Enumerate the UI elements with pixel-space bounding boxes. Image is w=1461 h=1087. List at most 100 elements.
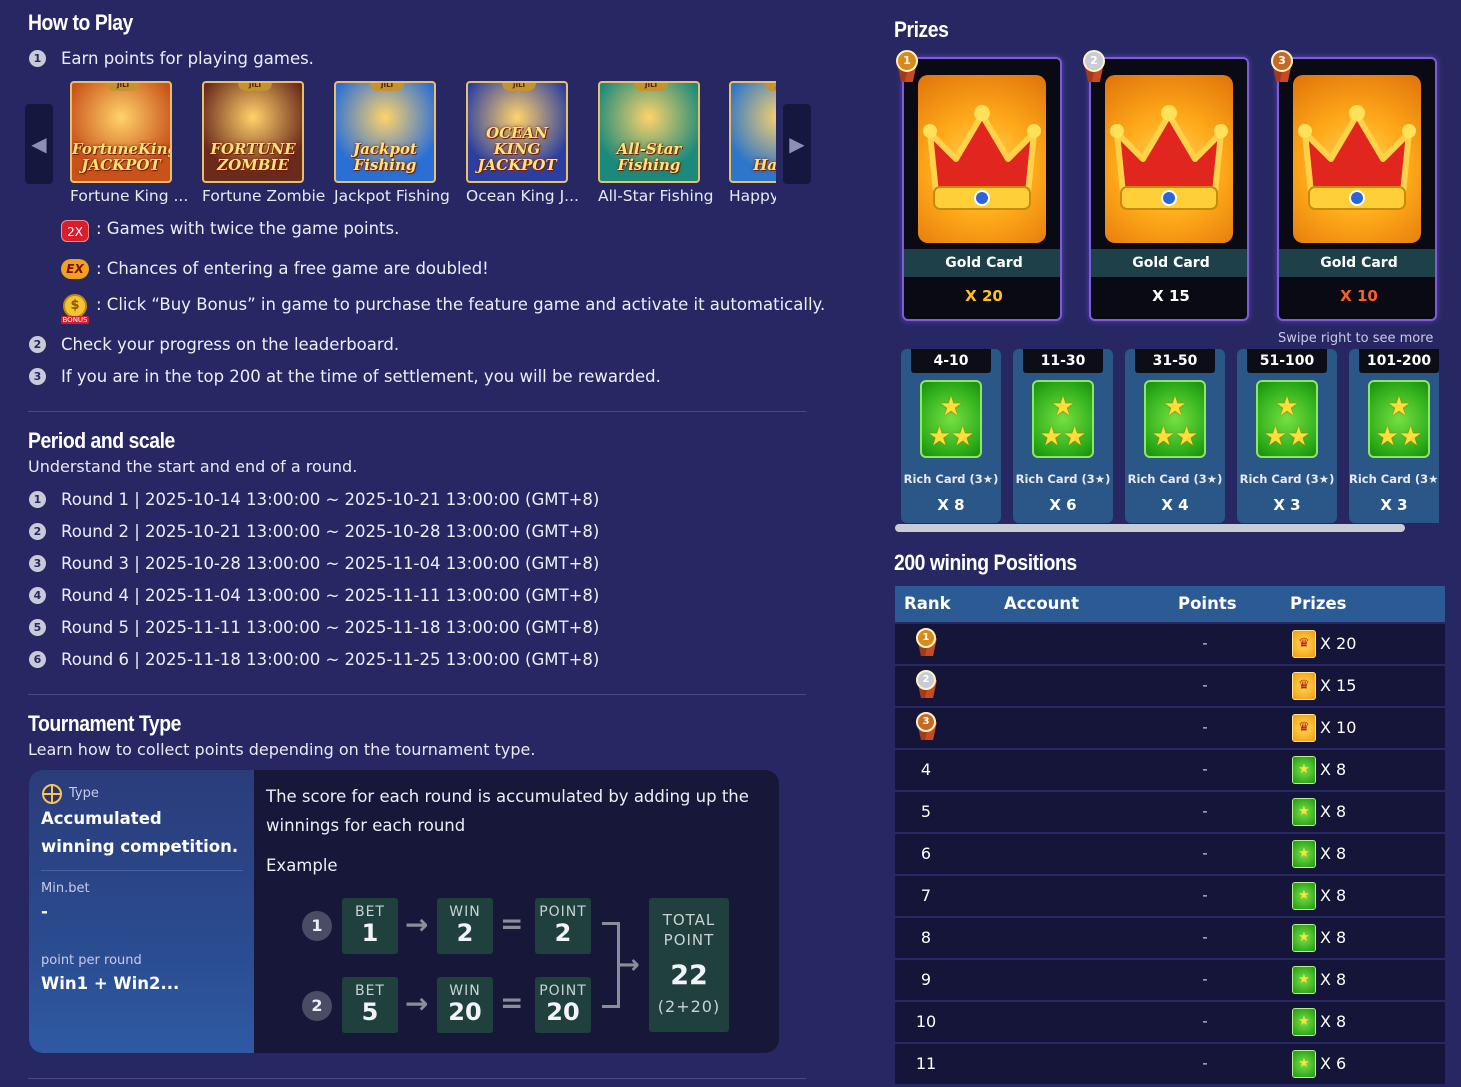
rich-card-icon: ★ bbox=[1292, 756, 1316, 784]
how-to-play-heading: How to Play bbox=[28, 10, 133, 35]
game-tile[interactable]: JILI Jackpot Fishing Jackpot Fishing bbox=[334, 81, 450, 205]
round-item: 4 Round 4 | 2025-11-04 13:00:00 ~ 2025-1… bbox=[29, 586, 600, 605]
points-per-round-label: point per round bbox=[41, 953, 142, 968]
rich-card-icon: ★ bbox=[1292, 1050, 1316, 1078]
column-account: Account bbox=[1004, 594, 1080, 613]
prize-cell: X 20 bbox=[1320, 634, 1357, 653]
column-points: Points bbox=[1178, 594, 1237, 613]
round-item: 2 Round 2 | 2025-10-21 13:00:00 ~ 2025-1… bbox=[29, 522, 600, 541]
info-separator bbox=[41, 870, 243, 871]
crown-icon bbox=[1105, 75, 1233, 243]
jili-logo: JILI bbox=[634, 83, 668, 91]
table-row: 4 - ★ X 8 bbox=[895, 750, 1445, 790]
jili-logo: JILI bbox=[502, 83, 536, 91]
tier-label: Rich Card (3★) bbox=[1127, 472, 1223, 486]
table-row: 2 - ♛ X 15 bbox=[895, 666, 1445, 706]
equals-icon: = bbox=[500, 986, 524, 1019]
game-thumbnail: JILI All-Star Fishing bbox=[598, 81, 700, 183]
rich-card-tier[interactable]: 4-10 ★ ★★ Rich Card (3★) X 8 bbox=[901, 349, 1001, 523]
game-tile[interactable]: JILI All-Star Fishing All-Star Fishing bbox=[598, 81, 714, 205]
jili-logo: JILI bbox=[106, 83, 140, 91]
tournament-description: The score for each round is accumulated … bbox=[266, 787, 749, 835]
game-thumbnail: JILI FORTUNE ZOMBIE bbox=[202, 81, 304, 183]
game-tile[interactable]: JILI FORTUNE ZOMBIE Fortune Zombie bbox=[202, 81, 325, 205]
round-text: Round 4 | 2025-11-04 13:00:00 ~ 2025-11-… bbox=[61, 586, 600, 605]
gold-card-icon: ♛ bbox=[1292, 714, 1316, 742]
round-text: Round 2 | 2025-10-21 13:00:00 ~ 2025-10-… bbox=[61, 522, 600, 541]
minbet-label: Min.bet bbox=[41, 881, 90, 896]
round-item: 5 Round 5 | 2025-11-11 13:00:00 ~ 2025-1… bbox=[29, 618, 599, 637]
round-item: 6 Round 6 | 2025-11-18 13:00:00 ~ 2025-1… bbox=[29, 650, 599, 669]
game-art-title: All-Star Fishing bbox=[616, 140, 682, 174]
gold-card-prize: Gold Card X 15 bbox=[1089, 57, 1249, 321]
section-divider bbox=[28, 411, 806, 412]
game-art-title: Happy bbox=[753, 156, 776, 174]
crosshair-icon bbox=[42, 784, 62, 804]
gold-card-prize: Gold Card X 20 bbox=[902, 57, 1062, 321]
prize-cell: X 8 bbox=[1320, 928, 1347, 947]
rich-card-icon: ★ bbox=[1292, 840, 1316, 868]
period-subtitle: Understand the start and end of a round. bbox=[28, 457, 358, 476]
step-number-icon: 1 bbox=[29, 491, 46, 508]
step-number-icon: 4 bbox=[29, 587, 46, 604]
type-value: Accumulated winning competition. bbox=[41, 809, 239, 856]
jili-logo: JILI bbox=[765, 83, 776, 91]
table-row: 5 - ★ X 8 bbox=[895, 792, 1445, 832]
rank-number: 9 bbox=[920, 970, 932, 989]
jili-logo: JILI bbox=[370, 83, 404, 91]
rank-number: 4 bbox=[920, 760, 932, 779]
prize-multiplier: X 10 bbox=[1340, 287, 1378, 305]
win-box: WIN 20 bbox=[437, 977, 493, 1033]
game-tile[interactable]: JILI OCEAN KING JACKPOT Ocean King J... bbox=[466, 81, 579, 205]
carousel-prev-button[interactable]: ◀ bbox=[25, 104, 53, 184]
gold-card-prize: Gold Card X 10 bbox=[1277, 57, 1437, 321]
carousel-next-button[interactable]: ▶ bbox=[783, 104, 811, 184]
rank-1-medal-icon: 1 bbox=[914, 628, 938, 660]
step-text: If you are in the top 200 at the time of… bbox=[61, 367, 661, 386]
rank-1-medal-icon: 1 bbox=[894, 50, 920, 84]
period-heading: Period and scale bbox=[28, 428, 175, 453]
points-cell: - bbox=[1202, 760, 1208, 778]
rich-card-icon: ★ bbox=[1292, 966, 1316, 994]
game-name: Jackpot Fishing bbox=[334, 187, 450, 205]
gold-card-icon: ♛ bbox=[1292, 630, 1316, 658]
example-row-number: 2 bbox=[302, 991, 332, 1021]
game-tile[interactable]: JILI FortuneKing JACKPOT Fortune King ..… bbox=[70, 81, 188, 205]
arrow-right-icon: → bbox=[405, 987, 429, 1020]
tier-scrollbar[interactable] bbox=[895, 524, 1405, 532]
rich-card-tier[interactable]: 31-50 ★ ★★ Rich Card (3★) X 4 bbox=[1125, 349, 1225, 523]
game-tile[interactable]: JILI Happy Happy bbox=[729, 81, 776, 205]
prize-multiplier: X 20 bbox=[965, 287, 1003, 305]
how-to-play-step-2: 2 Check your progress on the leaderboard… bbox=[29, 335, 399, 354]
tier-multiplier: X 3 bbox=[1273, 496, 1301, 514]
tier-range: 51-100 bbox=[1247, 349, 1327, 373]
legend-free-game: : Chances of entering a free game are do… bbox=[96, 259, 489, 278]
rank-3-medal-icon: 3 bbox=[914, 712, 938, 744]
how-to-play-step-1: 1 Earn points for playing games. bbox=[29, 49, 314, 68]
total-point-box: TOTAL POINT 22 (2+20) bbox=[649, 898, 729, 1032]
game-name: All-Star Fishing bbox=[598, 187, 714, 205]
table-row: 8 - ★ X 8 bbox=[895, 918, 1445, 958]
step-number-icon: 2 bbox=[29, 336, 46, 353]
arrow-right-icon: → bbox=[618, 950, 640, 980]
rich-card-tier[interactable]: 11-30 ★ ★★ Rich Card (3★) X 6 bbox=[1013, 349, 1113, 523]
points-cell: - bbox=[1202, 802, 1208, 820]
game-art-title: FORTUNE ZOMBIE bbox=[210, 140, 296, 174]
prize-cell: X 8 bbox=[1320, 760, 1347, 779]
three-star-icon: ★ ★★ bbox=[1144, 380, 1206, 458]
game-thumbnail: JILI OCEAN KING JACKPOT bbox=[466, 81, 568, 183]
rich-card-tier[interactable]: 51-100 ★ ★★ Rich Card (3★) X 3 bbox=[1237, 349, 1337, 523]
column-prizes: Prizes bbox=[1290, 594, 1347, 613]
rich-card-tier[interactable]: 101-200 ★ ★★ Rich Card (3★) X 3 bbox=[1349, 349, 1439, 523]
tier-range: 101-200 bbox=[1359, 349, 1439, 373]
tier-multiplier: X 8 bbox=[937, 496, 965, 514]
point-box: POINT 20 bbox=[535, 977, 591, 1033]
three-star-icon: ★ ★★ bbox=[920, 380, 982, 458]
step-text: Earn points for playing games. bbox=[61, 49, 314, 68]
tier-multiplier: X 4 bbox=[1161, 496, 1189, 514]
win-box: WIN 2 bbox=[437, 898, 493, 954]
crown-icon bbox=[1293, 75, 1421, 243]
points-cell: - bbox=[1202, 1012, 1208, 1030]
prize-card-label: Gold Card bbox=[904, 249, 1060, 277]
prize-card-label: Gold Card bbox=[1279, 249, 1435, 277]
